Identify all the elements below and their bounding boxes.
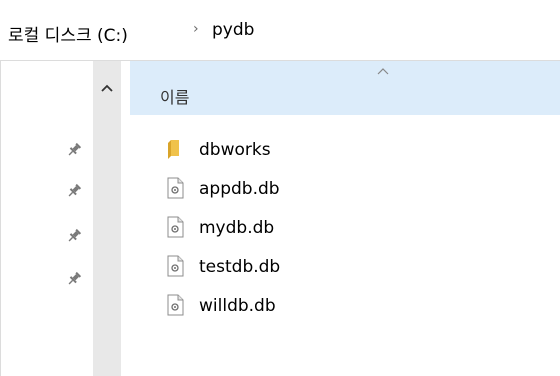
nav-pane-scrollbar[interactable] xyxy=(93,61,121,376)
navigation-pane xyxy=(0,61,93,376)
navigation-pane-border xyxy=(0,61,1,376)
scroll-up-button[interactable] xyxy=(93,78,121,98)
breadcrumb-separator-icon[interactable]: › xyxy=(193,21,199,37)
list-item-label: testdb.db xyxy=(199,257,281,277)
list-item-label: mydb.db xyxy=(199,218,275,238)
pin-icon[interactable] xyxy=(66,183,82,199)
list-item[interactable]: mydb.db xyxy=(165,216,525,254)
sort-ascending-icon xyxy=(377,68,389,75)
db-file-icon xyxy=(167,216,184,238)
address-bar[interactable]: 로컬 디스크 (C:) › pydb xyxy=(0,0,560,61)
db-file-icon xyxy=(167,255,184,277)
list-item[interactable]: dbworks xyxy=(165,138,525,176)
column-header-name[interactable]: 이름 xyxy=(130,61,560,115)
pin-icon[interactable] xyxy=(66,142,82,158)
list-item-label: dbworks xyxy=(199,140,271,160)
db-file-icon xyxy=(167,177,184,199)
column-header-label: 이름 xyxy=(160,88,190,107)
db-file-icon xyxy=(167,294,184,316)
breadcrumb-item-pydb[interactable]: pydb xyxy=(212,20,254,40)
folder-icon xyxy=(168,140,179,159)
list-item[interactable]: willdb.db xyxy=(165,294,525,332)
list-item-label: appdb.db xyxy=(199,179,280,199)
list-item-label: willdb.db xyxy=(199,296,276,316)
list-item[interactable]: appdb.db xyxy=(165,177,525,215)
pin-icon[interactable] xyxy=(66,228,82,244)
breadcrumb-item-local-disk[interactable]: 로컬 디스크 (C:) xyxy=(8,21,128,46)
chevron-up-icon xyxy=(101,84,113,92)
pin-icon[interactable] xyxy=(66,271,82,287)
list-item[interactable]: testdb.db xyxy=(165,255,525,293)
